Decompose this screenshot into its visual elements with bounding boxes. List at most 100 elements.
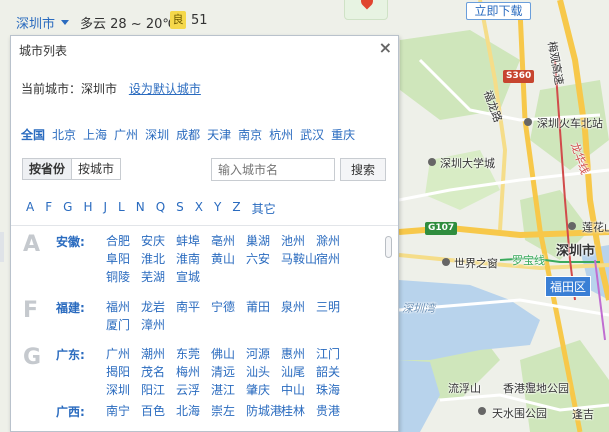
close-icon[interactable]: ×	[379, 38, 392, 57]
hot-city-link[interactable]: 南京	[238, 126, 262, 143]
hot-city-link[interactable]: 广州	[114, 126, 138, 143]
city-link[interactable]: 崇左	[211, 402, 246, 422]
letter-link[interactable]: N	[136, 200, 145, 217]
city-link[interactable]: 安庆	[141, 232, 176, 250]
letter-link[interactable]: S	[176, 200, 184, 217]
chevron-down-icon[interactable]	[61, 20, 70, 25]
letter-link[interactable]: L	[118, 200, 125, 217]
hot-city-national[interactable]: 全国	[21, 126, 45, 143]
map-label-shenzhen-city[interactable]: 深圳市	[556, 240, 595, 259]
city-link[interactable]: 阜阳	[106, 250, 141, 268]
hot-city-link[interactable]: 杭州	[269, 126, 293, 143]
panel-resize-handle[interactable]	[0, 232, 4, 262]
city-link[interactable]: 潮州	[141, 345, 176, 363]
letter-link[interactable]: A	[26, 200, 34, 217]
province-name[interactable]: 广东:	[56, 345, 106, 399]
map-label-window-of-world[interactable]: 世界之窗	[454, 255, 498, 271]
city-link[interactable]: 宿州	[316, 250, 351, 268]
tab-by-province[interactable]: 按省份	[22, 158, 73, 180]
city-link[interactable]: 揭阳	[106, 363, 141, 381]
city-link[interactable]: 滁州	[316, 232, 351, 250]
letter-link[interactable]: G	[63, 200, 72, 217]
city-link[interactable]: 宣城	[176, 268, 211, 286]
city-link[interactable]: 蚌埠	[176, 232, 211, 250]
city-link[interactable]: 淮北	[141, 250, 176, 268]
city-link[interactable]: 北海	[176, 402, 211, 422]
city-link[interactable]: 南宁	[106, 402, 141, 422]
map-label-futian[interactable]: 福田区	[545, 276, 592, 297]
province-name[interactable]: 安徽:	[56, 232, 106, 286]
map-label-hk-wetland-park[interactable]: 香港湿地公园	[503, 380, 569, 396]
city-link[interactable]: 贵港	[316, 402, 351, 422]
letter-link[interactable]: F	[45, 200, 52, 217]
hot-city-link[interactable]: 重庆	[331, 126, 355, 143]
hot-city-link[interactable]: 武汉	[300, 126, 324, 143]
city-link[interactable]: 厦门	[106, 316, 141, 334]
map-label-fengji[interactable]: 逢吉	[572, 406, 594, 422]
list-scrollbar[interactable]	[385, 236, 392, 416]
city-link[interactable]: 梅州	[176, 363, 211, 381]
city-search-input[interactable]	[211, 158, 335, 181]
city-link[interactable]: 亳州	[211, 232, 246, 250]
city-link[interactable]: 广州	[106, 345, 141, 363]
map-label-tin-shui-wai-park[interactable]: 天水围公园	[492, 405, 547, 421]
city-link[interactable]: 铜陵	[106, 268, 141, 286]
province-name[interactable]: 福建:	[56, 298, 106, 334]
city-link[interactable]: 池州	[281, 232, 316, 250]
letter-link[interactable]: H	[83, 200, 92, 217]
city-link[interactable]: 福州	[106, 298, 141, 316]
letter-link[interactable]: 其它	[252, 200, 276, 217]
city-link[interactable]: 巢湖	[246, 232, 281, 250]
city-link[interactable]: 六安	[246, 250, 281, 268]
map-label-lianhuashan[interactable]: 莲花山	[582, 219, 609, 235]
city-link[interactable]: 漳州	[141, 316, 176, 334]
city-link[interactable]: 宁德	[211, 298, 246, 316]
city-link[interactable]: 汕头	[246, 363, 281, 381]
hot-city-link[interactable]: 天津	[207, 126, 231, 143]
tab-by-city[interactable]: 按城市	[72, 158, 122, 180]
province-name[interactable]: 广西:	[56, 402, 106, 422]
map-label-shenzhen-north-station[interactable]: 深圳火车北站	[537, 115, 603, 131]
search-button[interactable]: 搜索	[340, 158, 386, 181]
city-link[interactable]: 惠州	[281, 345, 316, 363]
letter-link[interactable]: Q	[156, 200, 165, 217]
city-link[interactable]: 百色	[141, 402, 176, 422]
city-link[interactable]: 中山	[281, 381, 316, 399]
city-link[interactable]: 泉州	[281, 298, 316, 316]
city-link[interactable]: 莆田	[246, 298, 281, 316]
set-default-city-link[interactable]: 设为默认城市	[129, 82, 201, 96]
map-label-lau-fau-shan[interactable]: 流浮山	[448, 380, 481, 396]
letter-link[interactable]: J	[103, 200, 107, 217]
city-link[interactable]: 云浮	[176, 381, 211, 399]
city-link[interactable]: 茂名	[141, 363, 176, 381]
city-link[interactable]: 珠海	[316, 381, 351, 399]
city-link[interactable]: 肇庆	[246, 381, 281, 399]
current-city-label[interactable]: 深圳市	[16, 13, 55, 32]
city-link[interactable]: 阳江	[141, 381, 176, 399]
download-button[interactable]: 立即下载	[466, 2, 531, 20]
city-link[interactable]: 东莞	[176, 345, 211, 363]
hot-city-link[interactable]: 上海	[83, 126, 107, 143]
city-switcher[interactable]: 深圳市	[16, 13, 70, 32]
city-link[interactable]: 芜湖	[141, 268, 176, 286]
hot-city-link[interactable]: 深圳	[145, 126, 169, 143]
city-link[interactable]: 马鞍山	[281, 250, 317, 268]
letter-link[interactable]: X	[195, 200, 203, 217]
city-link[interactable]: 淮南	[176, 250, 211, 268]
city-link[interactable]: 深圳	[106, 381, 141, 399]
city-link[interactable]: 江门	[316, 345, 351, 363]
city-link[interactable]: 黄山	[211, 250, 246, 268]
city-link[interactable]: 汕尾	[281, 363, 316, 381]
city-link[interactable]: 防城港	[246, 402, 282, 422]
city-link[interactable]: 河源	[246, 345, 281, 363]
city-link[interactable]: 龙岩	[141, 298, 176, 316]
hot-city-link[interactable]: 北京	[52, 126, 76, 143]
hot-city-link[interactable]: 成都	[176, 126, 200, 143]
letter-link[interactable]: Z	[232, 200, 240, 217]
city-link[interactable]: 湛江	[211, 381, 246, 399]
city-link[interactable]: 南平	[176, 298, 211, 316]
map-label-university-town[interactable]: 深圳大学城	[440, 155, 495, 171]
scroll-thumb[interactable]	[385, 236, 392, 258]
city-link[interactable]: 三明	[316, 298, 351, 316]
province-city-list[interactable]: A 安徽: 合肥 安庆 蚌埠 亳州 巢湖 池州 滁州 阜阳 淮北 淮南 黄山 六…	[11, 226, 398, 431]
